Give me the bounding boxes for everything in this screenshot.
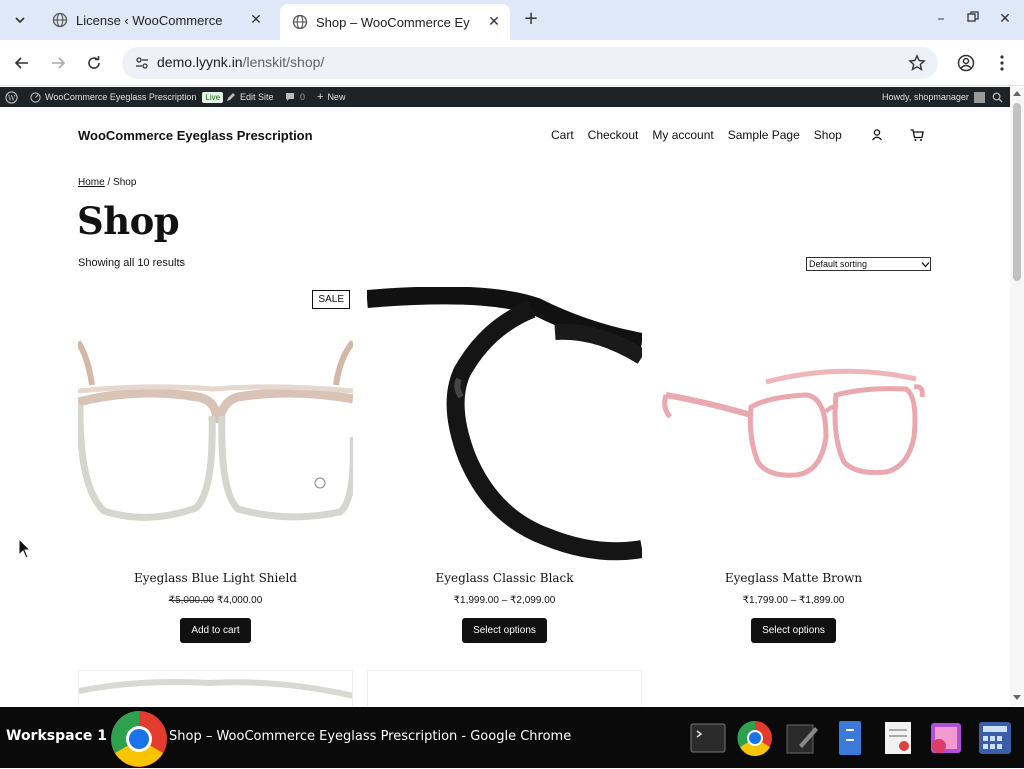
product-image[interactable]: SALE — [78, 287, 353, 561]
chrome-icon[interactable] — [109, 709, 169, 769]
result-count: Showing all 10 results — [78, 257, 186, 269]
forward-icon[interactable] — [45, 50, 71, 76]
product-card: Eyeglass Matte Brown ₹1,799.00 – ₹1,899.… — [656, 287, 931, 643]
chevron-down-icon — [921, 261, 930, 267]
breadcrumb-separator: / — [104, 177, 114, 188]
sorting-selected: Default sorting — [809, 259, 868, 269]
select-options-button[interactable]: Select options — [462, 618, 547, 643]
nav-cart[interactable]: Cart — [551, 128, 574, 142]
howdy-user[interactable]: Howdy, shopmanager — [882, 87, 985, 107]
product-title[interactable]: Eyeglass Classic Black — [367, 571, 642, 585]
back-icon[interactable] — [9, 50, 35, 76]
mouse-cursor-icon — [18, 538, 32, 559]
terminal-icon[interactable] — [689, 719, 727, 757]
add-to-cart-button[interactable]: Add to cart — [180, 618, 251, 643]
calculator-icon[interactable] — [976, 719, 1014, 757]
pencil-icon — [227, 93, 235, 101]
tab-shop[interactable]: Shop – WooCommerce Ey ✕ — [280, 4, 510, 40]
scrollbar-thumb[interactable] — [1013, 103, 1021, 281]
breadcrumb: Home / Shop — [78, 177, 136, 188]
minimize-icon[interactable]: – — [930, 8, 952, 30]
new-tab-icon[interactable]: + — [520, 8, 542, 30]
image-viewer-icon[interactable] — [927, 719, 965, 757]
main-navigation: Cart Checkout My account Sample Page Sho… — [551, 128, 842, 142]
cart-icon[interactable] — [909, 127, 925, 143]
edit-site-label: Edit Site — [240, 92, 274, 102]
product-image[interactable] — [367, 670, 642, 706]
file-manager-icon[interactable] — [831, 719, 869, 757]
product-price: ₹5,000.00 ₹4,000.00 — [78, 595, 353, 606]
nav-checkout[interactable]: Checkout — [588, 128, 639, 142]
address-bar[interactable]: demo.lyynk.in/lenskit/shop/ — [122, 47, 938, 79]
breadcrumb-current: Shop — [113, 177, 137, 188]
price-old: ₹5,000.00 — [168, 595, 214, 606]
profile-icon[interactable] — [955, 52, 977, 74]
select-options-button[interactable]: Select options — [751, 618, 836, 643]
chrome-icon[interactable] — [736, 719, 774, 757]
os-taskbar: Workspace 1 Shop – WooCommerce Eyeglass … — [0, 707, 1024, 768]
plus-icon: + — [317, 91, 324, 103]
menu-dots-icon[interactable] — [991, 52, 1013, 74]
admin-site-name[interactable]: WooCommerce Eyeglass Prescription Live — [30, 87, 224, 107]
document-viewer-icon[interactable] — [879, 719, 917, 757]
nav-my-account[interactable]: My account — [652, 128, 713, 142]
tab-title: Shop – WooCommerce Ey — [316, 14, 470, 30]
page-content: WooCommerce Eyeglass Prescription Cart C… — [0, 107, 1010, 706]
dashboard-icon — [30, 91, 41, 103]
scroll-up-icon[interactable] — [1013, 90, 1021, 96]
howdy-label: Howdy, shopmanager — [882, 92, 969, 102]
url-text: demo.lyynk.in/lenskit/shop/ — [157, 54, 325, 70]
text-editor-icon[interactable] — [783, 719, 821, 757]
comments-link[interactable]: 0 — [285, 87, 305, 107]
nav-shop[interactable]: Shop — [814, 128, 842, 142]
close-icon[interactable]: ✕ — [486, 14, 502, 30]
product-card: SALE Eyeglass Blue Light Shield ₹5,000.0… — [78, 287, 353, 643]
tab-search-icon[interactable] — [8, 8, 32, 32]
product-image[interactable] — [78, 670, 353, 706]
product-title[interactable]: Eyeglass Matte Brown — [656, 571, 931, 585]
price-current: ₹4,000.00 — [217, 595, 263, 606]
page-title: Shop — [77, 199, 180, 243]
globe-icon — [292, 14, 308, 30]
new-content-link[interactable]: + New — [317, 87, 345, 107]
tab-license[interactable]: License ‹ WooCommerce ✕ — [40, 0, 272, 40]
site-title[interactable]: WooCommerce Eyeglass Prescription — [78, 128, 313, 143]
svg-text:W: W — [8, 93, 16, 102]
page-scrollbar[interactable] — [1010, 87, 1024, 706]
close-icon[interactable]: ✕ — [248, 12, 264, 28]
scroll-down-icon[interactable] — [1013, 695, 1021, 701]
bookmark-star-icon[interactable] — [908, 54, 926, 72]
admin-site-name-label: WooCommerce Eyeglass Prescription — [45, 92, 197, 102]
globe-icon — [52, 12, 68, 28]
wp-admin-bar: W WooCommerce Eyeglass Prescription Live… — [0, 87, 1010, 107]
tab-bar: License ‹ WooCommerce ✕ Shop – WooCommer… — [0, 0, 1024, 40]
workspace-label[interactable]: Workspace 1 — [6, 728, 107, 744]
new-label: New — [327, 92, 346, 102]
restore-icon[interactable] — [962, 8, 984, 30]
avatar — [973, 91, 985, 103]
reload-icon[interactable] — [81, 50, 107, 76]
nav-sample-page[interactable]: Sample Page — [728, 128, 800, 142]
sale-badge: SALE — [312, 290, 350, 309]
product-price: ₹1,999.00 – ₹2,099.00 — [453, 595, 556, 606]
wordpress-logo-icon[interactable]: W — [5, 87, 18, 107]
tab-title: License ‹ WooCommerce — [76, 12, 223, 28]
breadcrumb-home[interactable]: Home — [78, 177, 105, 188]
product-card: Eyeglass Classic Black ₹1,999.00 – ₹2,09… — [367, 287, 642, 643]
admin-search-icon[interactable] — [992, 87, 1003, 107]
comment-icon — [286, 93, 294, 101]
product-image[interactable] — [656, 287, 931, 561]
product-price: ₹1,799.00 – ₹1,899.00 — [742, 595, 845, 606]
product-image[interactable] — [367, 287, 642, 561]
comments-count: 0 — [300, 92, 306, 102]
active-window-title[interactable]: Shop – WooCommerce Eyeglass Prescription… — [169, 729, 571, 744]
close-window-icon[interactable]: ✕ — [994, 8, 1016, 30]
site-info-icon[interactable] — [134, 55, 150, 71]
sorting-select[interactable]: Default sorting — [806, 257, 931, 271]
account-icon[interactable] — [869, 127, 885, 143]
product-title[interactable]: Eyeglass Blue Light Shield — [78, 571, 353, 585]
live-badge: Live — [202, 91, 224, 103]
edit-site-link[interactable]: Edit Site — [226, 87, 274, 107]
browser-toolbar: demo.lyynk.in/lenskit/shop/ — [0, 40, 1024, 86]
